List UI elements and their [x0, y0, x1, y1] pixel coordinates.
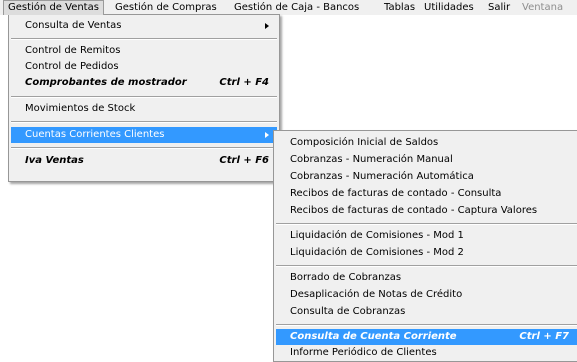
submenu-arrow-icon — [265, 132, 269, 138]
menu-item-label: Control de Remitos — [25, 45, 121, 56]
menu-item-consulta-de-ventas[interactable]: Consulta de Ventas — [11, 18, 277, 34]
ventas-dropdown-menu: Consulta de Ventas Control de Remitos Co… — [8, 14, 280, 182]
menu-ventana[interactable]: Ventana — [518, 0, 567, 15]
menu-item-label: Consulta de Cuenta Corriente — [290, 331, 457, 342]
menu-item-label: Informe Periódico de Clientes — [290, 347, 437, 358]
menu-item-label: Composición Inicial de Saldos — [290, 137, 439, 148]
menu-item-borrado-de-cobranzas[interactable]: Borrado de Cobranzas — [276, 270, 577, 286]
menu-separator — [276, 265, 577, 267]
menu-item-label: Consulta de Ventas — [25, 20, 122, 31]
menu-separator — [11, 121, 277, 123]
menu-salir[interactable]: Salir — [484, 0, 514, 15]
shortcut-label: Ctrl + F7 — [519, 331, 569, 342]
menu-item-recibos-contado-captura-valores[interactable]: Recibos de facturas de contado - Captura… — [276, 203, 577, 219]
menu-utilidades[interactable]: Utilidades — [420, 0, 478, 15]
menu-item-cobranzas-numeracion-manual[interactable]: Cobranzas - Numeración Manual — [276, 152, 577, 168]
menu-item-control-de-remitos[interactable]: Control de Remitos — [11, 43, 277, 59]
menu-gestion-de-caja-bancos[interactable]: Gestión de Caja - Bancos — [230, 0, 363, 15]
menu-item-label: Cobranzas - Numeración Manual — [290, 154, 453, 165]
menu-item-composicion-inicial-de-saldos[interactable]: Composición Inicial de Saldos — [276, 135, 577, 151]
menu-item-cuentas-corrientes-clientes[interactable]: Cuentas Corrientes Clientes — [11, 127, 277, 143]
menu-tablas[interactable]: Tablas — [380, 0, 419, 15]
menu-item-recibos-contado-consulta[interactable]: Recibos de facturas de contado - Consult… — [276, 186, 577, 202]
menu-item-control-de-pedidos[interactable]: Control de Pedidos — [11, 59, 277, 75]
cuentas-corrientes-submenu: Composición Inicial de Saldos Cobranzas … — [273, 130, 577, 362]
menu-item-consulta-de-cuenta-corriente[interactable]: Consulta de Cuenta Corriente Ctrl + F7 — [276, 329, 577, 345]
menu-item-cobranzas-numeracion-automatica[interactable]: Cobranzas - Numeración Automática — [276, 169, 577, 185]
menu-item-desaplicacion-notas-de-credito[interactable]: Desaplicación de Notas de Crédito — [276, 287, 577, 303]
menu-item-label: Control de Pedidos — [25, 61, 119, 72]
menu-item-label: Recibos de facturas de contado - Captura… — [290, 205, 538, 216]
menu-item-consulta-de-cobranzas[interactable]: Consulta de Cobranzas — [276, 304, 577, 320]
menu-item-label: Consulta de Cobranzas — [290, 306, 406, 317]
menu-gestion-de-compras[interactable]: Gestión de Compras — [111, 0, 221, 15]
menu-item-comprobantes-de-mostrador[interactable]: Comprobantes de mostrador Ctrl + F4 — [11, 75, 277, 91]
menu-item-movimientos-de-stock[interactable]: Movimientos de Stock — [11, 101, 277, 117]
menu-item-label: Comprobantes de mostrador — [25, 77, 187, 88]
menu-item-liquidacion-comisiones-mod2[interactable]: Liquidación de Comisiones - Mod 2 — [276, 245, 577, 261]
menu-separator — [276, 223, 577, 225]
menu-item-iva-ventas[interactable]: Iva Ventas Ctrl + F6 — [11, 153, 277, 169]
menu-bar: Gestión de Ventas Gestión de Compras Ges… — [0, 0, 577, 15]
menu-item-label: Movimientos de Stock — [25, 103, 136, 114]
menu-separator — [11, 96, 277, 98]
menu-item-label: Iva Ventas — [25, 155, 84, 166]
menu-separator — [276, 324, 577, 326]
menu-item-label: Liquidación de Comisiones - Mod 2 — [290, 247, 464, 258]
menu-item-informe-periodico-de-clientes[interactable]: Informe Periódico de Clientes — [276, 345, 577, 361]
menu-gestion-de-ventas[interactable]: Gestión de Ventas — [3, 0, 104, 15]
shortcut-label: Ctrl + F4 — [219, 77, 269, 88]
menu-item-label: Liquidación de Comisiones - Mod 1 — [290, 230, 464, 241]
menu-separator — [11, 147, 277, 149]
menu-item-label: Recibos de facturas de contado - Consult… — [290, 188, 502, 199]
menu-item-label: Cuentas Corrientes Clientes — [25, 129, 165, 140]
submenu-arrow-icon — [265, 23, 269, 29]
menu-item-label: Cobranzas - Numeración Automática — [290, 171, 474, 182]
menu-item-label: Desaplicación de Notas de Crédito — [290, 289, 463, 300]
menu-item-liquidacion-comisiones-mod1[interactable]: Liquidación de Comisiones - Mod 1 — [276, 228, 577, 244]
menu-item-label: Borrado de Cobranzas — [290, 272, 402, 283]
shortcut-label: Ctrl + F6 — [219, 155, 269, 166]
menu-separator — [11, 38, 277, 40]
